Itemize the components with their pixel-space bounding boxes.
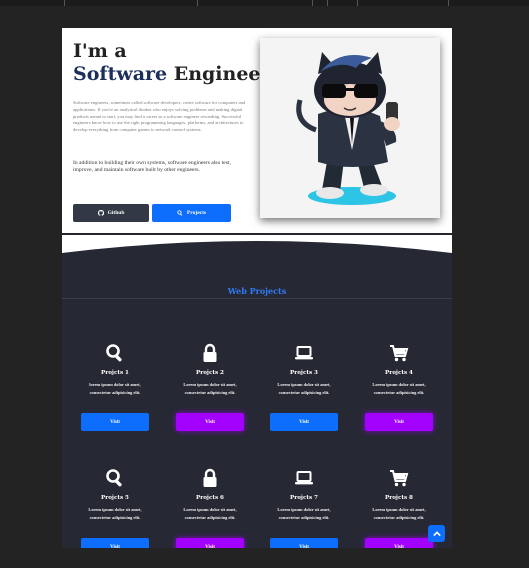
cart-icon [389, 468, 409, 488]
project-card: Projcts 2 Lorem ipsum dolor sit amet, co… [175, 343, 245, 463]
search-icon [177, 210, 183, 216]
project-card: Projcts 6 Lorem ipsum dolor sit amet, co… [175, 468, 245, 548]
project-title: Projcts 5 [101, 495, 129, 501]
hero-heading-accent: Software [73, 63, 168, 85]
strip-divider [357, 0, 358, 6]
hero-heading-line1: I'm a [73, 40, 127, 62]
strip-divider [312, 0, 313, 6]
project-description: lorem ipsum dolor sit amet, consectetur … [89, 382, 141, 395]
strip-divider [197, 0, 198, 6]
project-title: Projcts 6 [196, 495, 224, 501]
project-description: Lorem ipsum dolor sit amet, consectetur … [183, 382, 237, 395]
project-card: Projcts 1 lorem ipsum dolor sit amet, co… [80, 343, 150, 463]
visit-button[interactable]: Visit [81, 538, 149, 548]
visit-button[interactable]: Visit [365, 413, 433, 431]
hero-heading-rest: Engineer [167, 63, 271, 85]
strip-divider [448, 0, 449, 6]
project-description: Lorem ipsum dolor sit amet, consectetur … [372, 382, 426, 395]
project-description: Lorem ipsum dolor sit amet, consectetur … [372, 507, 426, 520]
search-icon [105, 343, 125, 363]
project-card: Projcts 5 Lorem ipsum dolor sit amet, co… [80, 468, 150, 548]
github-button[interactable]: Github [73, 204, 149, 222]
visit-button[interactable]: Visit [81, 413, 149, 431]
hero-heading: I'm a Software Engineer [73, 40, 271, 86]
project-title: Projcts 7 [290, 495, 318, 501]
project-title: Projcts 4 [385, 370, 413, 376]
scroll-to-top-button[interactable] [428, 525, 445, 542]
project-card: Projcts 4 Lorem ipsum dolor sit amet, co… [364, 343, 434, 463]
chevron-up-icon [432, 530, 441, 536]
portfolio-page: I'm a Software Engineer Software enginee… [62, 28, 452, 548]
visit-button[interactable]: Visit [176, 413, 244, 431]
search-icon [105, 468, 125, 488]
strip-divider [327, 0, 328, 6]
project-title: Projcts 3 [290, 370, 318, 376]
project-description: Lorem ipsum dolor sit amet, consectetur … [183, 507, 237, 520]
octocat-illustration [296, 52, 400, 205]
browser-top-strip [0, 0, 529, 6]
cart-icon [389, 343, 409, 363]
lock-icon [200, 468, 220, 488]
project-title: Projcts 2 [196, 370, 224, 376]
laptop-icon [294, 468, 314, 488]
project-description: Lorem ipsum dolor sit amet, consectetur … [277, 382, 331, 395]
projects-section: Web Projects Projcts 1 lorem ipsum dolor… [62, 253, 452, 548]
project-description: Lorem ipsum dolor sit amet, consectetur … [277, 507, 331, 520]
project-title: Projcts 1 [101, 370, 129, 376]
projects-button[interactable]: Projects [152, 204, 231, 222]
projects-heading-rule [62, 298, 452, 299]
project-card: Projcts 3 Lorem ipsum dolor sit amet, co… [269, 343, 339, 463]
avatar-image [260, 38, 440, 218]
projects-heading: Web Projects [227, 286, 287, 296]
hero-section: I'm a Software Engineer Software enginee… [62, 28, 452, 238]
visit-button[interactable]: Visit [365, 538, 433, 548]
laptop-icon [294, 343, 314, 363]
hero-heading-line2: Software Engineer [73, 63, 271, 86]
hero-description-secondary: In addition to building their own system… [73, 160, 231, 173]
github-icon [97, 210, 104, 216]
visit-button[interactable]: Visit [270, 413, 338, 431]
project-description: Lorem ipsum dolor sit amet, consectetur … [88, 507, 142, 520]
project-title: Projcts 8 [385, 495, 413, 501]
project-card: Projcts 8 Lorem ipsum dolor sit amet, co… [364, 468, 434, 548]
visit-button[interactable]: Visit [270, 538, 338, 548]
strip-divider [64, 0, 65, 6]
lock-icon [200, 343, 220, 363]
visit-button[interactable]: Visit [176, 538, 244, 548]
github-button-label: Github [107, 210, 125, 216]
projects-button-label: Projects [186, 210, 207, 216]
project-card: Projcts 7 Lorem ipsum dolor sit amet, co… [269, 468, 339, 548]
hero-description: Software engineers, sometimes called sof… [73, 100, 246, 133]
